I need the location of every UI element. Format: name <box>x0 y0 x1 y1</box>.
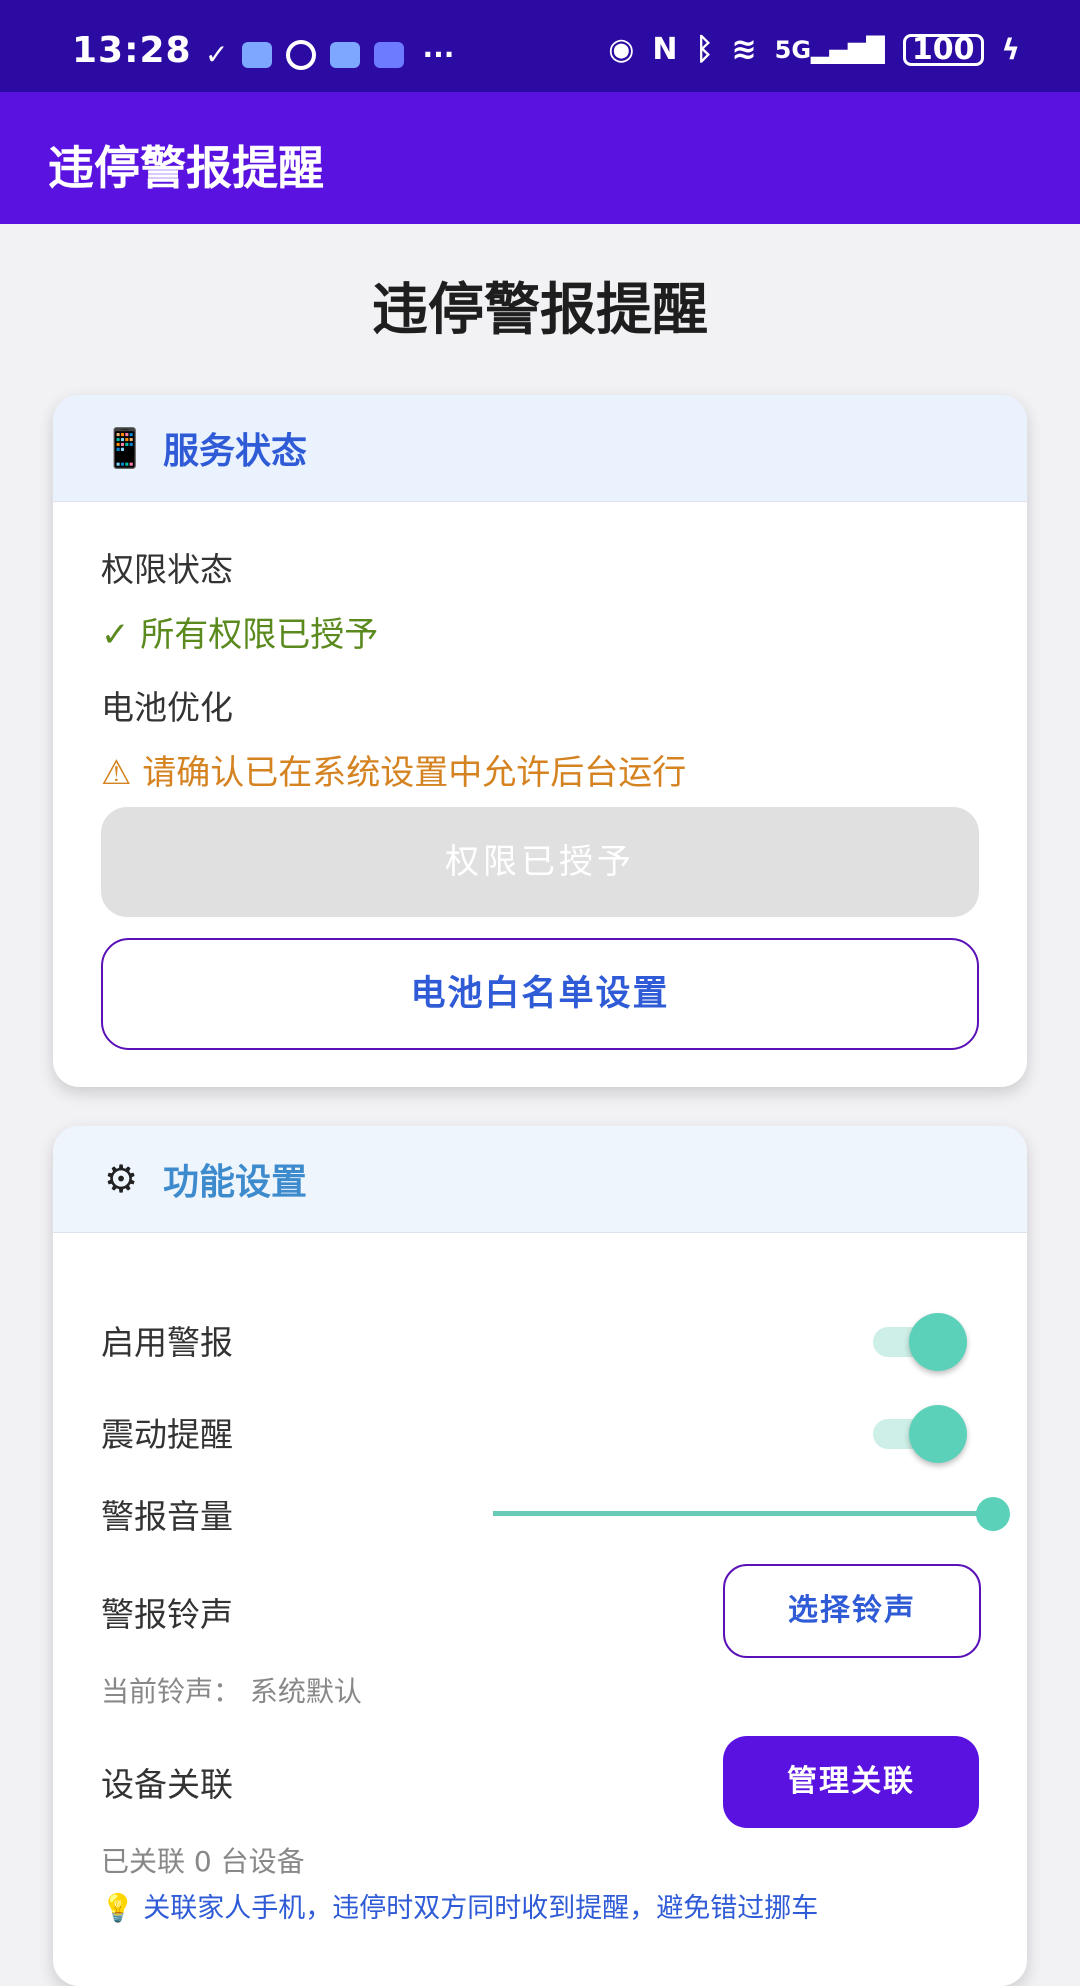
feature-settings-card: ⚙ 功能设置 启用警报 震动提醒 警报音量 警报铃声 选择铃声 当前铃声： 系统… <box>53 1126 1027 1986</box>
toggle-thumb <box>909 1313 967 1371</box>
app-bar-title: 违停警报提醒 <box>48 141 324 195</box>
battery-icon: 100 <box>902 33 984 66</box>
status-time: 13:28 <box>72 30 192 71</box>
volume-label: 警报音量 <box>101 1497 233 1536</box>
link-tip-text: 💡 关联家人手机，违停时双方同时收到提醒，避免错过挪车 <box>101 1893 819 1924</box>
permission-status-label: 权限状态 <box>101 550 233 589</box>
status-bar: 13:28 ✓ ··· ◉ N ᛒ ≋ 5G▂▄▆█ 100 ϟ <box>0 0 1080 92</box>
signal-5g-icon: 5G▂▄▆█ <box>774 35 885 64</box>
check-icon: ✓ <box>205 38 229 71</box>
service-status-title: 服务状态 <box>163 431 308 472</box>
permission-status-value: ✓ 所有权限已授予 <box>101 615 379 655</box>
current-ringtone-text: 当前铃声： 系统默认 <box>101 1675 362 1708</box>
feature-settings-title: 功能设置 <box>163 1162 308 1203</box>
vibrate-label: 震动提醒 <box>101 1415 233 1454</box>
message-icon <box>242 41 273 68</box>
service-status-card: 📱 服务状态 权限状态 ✓ 所有权限已授予 电池优化 ⚠ 请确认已在系统设置中允… <box>53 395 1027 1087</box>
toggle-thumb <box>909 1405 967 1463</box>
enable-alarm-label: 启用警报 <box>101 1323 233 1362</box>
circle-icon <box>286 39 317 70</box>
enable-alarm-toggle[interactable] <box>873 1313 973 1371</box>
choose-ringtone-button[interactable]: 选择铃声 <box>723 1564 981 1658</box>
charging-icon: ϟ <box>1001 33 1020 66</box>
battery-optimization-label: 电池优化 <box>101 688 233 727</box>
feature-settings-header: ⚙ 功能设置 <box>53 1126 1027 1233</box>
eye-icon: ◉ <box>608 32 635 67</box>
vibrate-toggle[interactable] <box>873 1405 973 1463</box>
volume-slider[interactable] <box>493 1493 1013 1533</box>
gear-icon: ⚙ <box>103 1157 139 1201</box>
page-title: 违停警报提醒 <box>372 278 708 343</box>
app-bar: 违停警报提醒 <box>0 92 1080 224</box>
ringtone-label: 警报铃声 <box>101 1595 233 1634</box>
battery-warning-text: ⚠ 请确认已在系统设置中允许后台运行 <box>101 753 687 793</box>
linked-device-count: 已关联 0 台设备 <box>101 1845 305 1878</box>
battery-whitelist-button[interactable]: 电池白名单设置 <box>101 938 979 1050</box>
manage-link-button[interactable]: 管理关联 <box>723 1736 979 1828</box>
nfc-icon: N <box>652 32 678 67</box>
bluetooth-icon: ᛒ <box>695 32 714 67</box>
overflow-icon: ··· <box>422 38 455 71</box>
service-status-header: 📱 服务状态 <box>53 395 1027 502</box>
system-icons: ◉ N ᛒ ≋ 5G▂▄▆█ 100 ϟ <box>608 32 1020 67</box>
chat-icon <box>330 41 361 68</box>
slider-rail <box>493 1511 993 1516</box>
permission-granted-button[interactable]: 权限已授予 <box>101 807 979 917</box>
wifi-icon: ≋ <box>731 32 757 67</box>
notification-icons: ✓ ··· <box>205 38 454 71</box>
phone-icon: 📱 <box>101 425 149 470</box>
slider-knob[interactable] <box>976 1497 1010 1531</box>
app-icon <box>374 41 405 68</box>
device-link-label: 设备关联 <box>101 1765 233 1804</box>
